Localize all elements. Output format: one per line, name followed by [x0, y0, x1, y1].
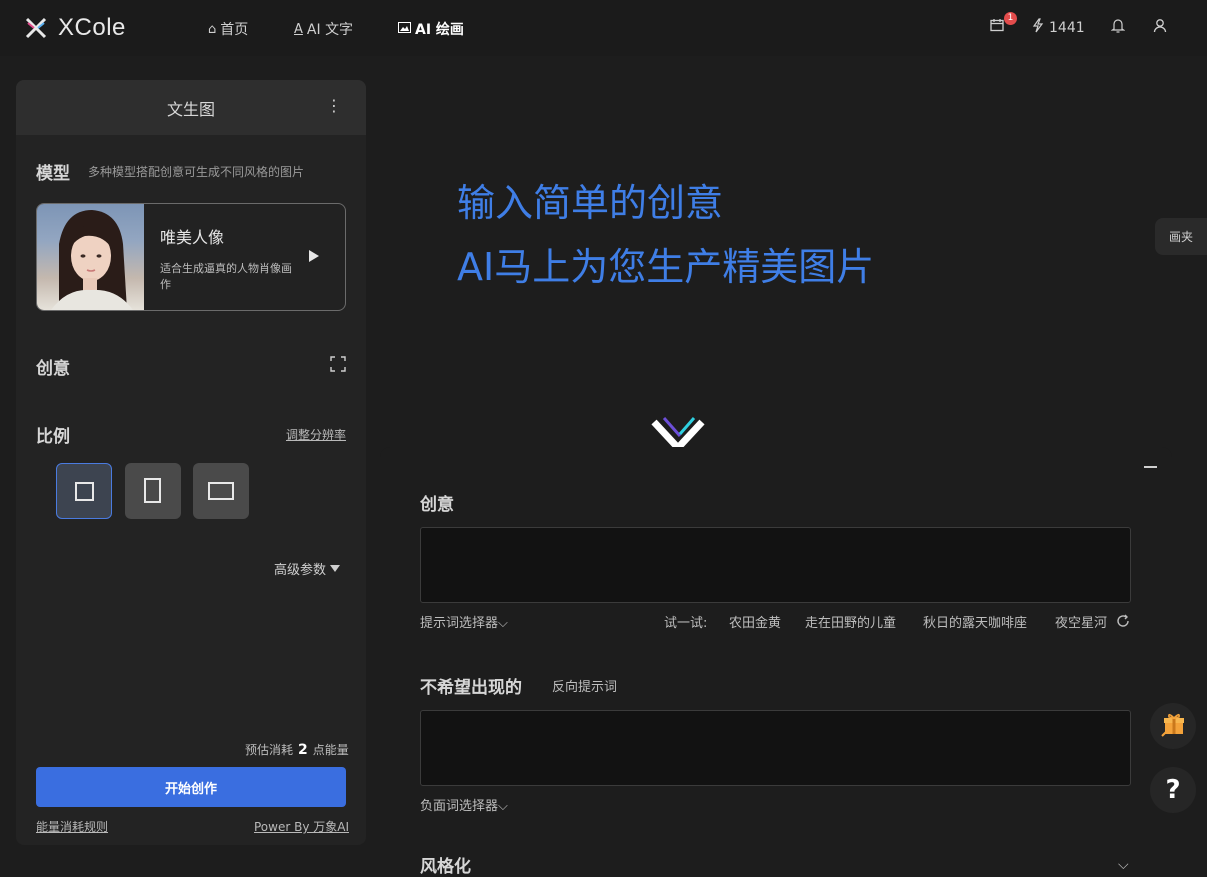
suggestion-chip[interactable]: 走在田野的儿童: [805, 612, 896, 631]
prompt-selector-label: 提示词选择器: [420, 616, 499, 631]
model-card-name: 唯美人像: [160, 228, 225, 247]
gift-button[interactable]: [1150, 703, 1196, 749]
style-section-title: 风格化: [420, 857, 471, 877]
prompt-panel: 创意 提示词选择器⌵ 试一试: 农田金黄 走在田野的儿童 秋日的露天咖啡座 夜空…: [380, 447, 1172, 877]
left-panel: 文生图 ⋮ 模型 多种模型搭配创意可生成不同风格的图片 唯美人像 适合生成逼真的…: [16, 80, 366, 845]
cost-estimate: 预估消耗 2 点能量: [245, 741, 349, 758]
calendar-button[interactable]: [990, 18, 1004, 36]
chevron-down-icon: ⌵: [498, 799, 508, 814]
nav-ai-drawing-label: AI 绘画: [415, 22, 464, 38]
square-ratio-icon: [75, 482, 94, 501]
energy-rules-link[interactable]: 能量消耗规则: [36, 818, 108, 835]
logo[interactable]: XCole: [24, 14, 126, 42]
ratio-square-option[interactable]: [56, 463, 112, 519]
expand-icon[interactable]: [330, 356, 346, 376]
model-card[interactable]: 唯美人像 适合生成逼真的人物肖像画作: [36, 203, 346, 311]
idea-section-title: 创意: [36, 359, 70, 379]
bell-icon: [1110, 18, 1126, 37]
suggestion-chip[interactable]: 秋日的露天咖啡座: [923, 612, 1027, 631]
nav-home[interactable]: ⌂ 首页: [208, 19, 248, 39]
nav-ai-drawing[interactable]: AI 绘画: [398, 19, 464, 39]
negative-selector-toggle[interactable]: 负面词选择器⌵: [420, 795, 508, 814]
ratio-portrait-option[interactable]: [125, 463, 181, 519]
try-label: 试一试:: [664, 616, 708, 631]
adjust-resolution-link[interactable]: 调整分辨率: [286, 426, 346, 443]
ratio-landscape-option[interactable]: [193, 463, 249, 519]
left-panel-title: 文生图: [166, 99, 215, 119]
user-button[interactable]: [1153, 18, 1167, 37]
lightning-icon: [1032, 18, 1044, 37]
powered-by-link[interactable]: Power By 万象AI: [254, 818, 349, 835]
hero-line-2: AI马上为您生产精美图片: [457, 245, 875, 289]
cost-prefix: 预估消耗: [245, 743, 294, 757]
chevron-down-icon[interactable]: ⌵: [1118, 857, 1129, 873]
energy-display[interactable]: 1441: [1032, 18, 1085, 37]
model-section-subtitle: 多种模型搭配创意可生成不同风格的图片: [88, 165, 305, 179]
caret-down-icon: [330, 565, 341, 572]
minimize-icon[interactable]: [1144, 466, 1157, 468]
negative-selector-label: 负面词选择器: [420, 799, 499, 814]
landscape-ratio-icon: [208, 482, 234, 500]
start-create-button[interactable]: 开始创作: [36, 767, 346, 807]
xcole-logo-icon: [24, 16, 48, 40]
nav-ai-text-label: AI 文字: [306, 22, 354, 38]
prompt-input[interactable]: [420, 527, 1131, 603]
model-portrait-image: [37, 204, 144, 310]
negative-prompt-input[interactable]: [420, 710, 1131, 786]
gift-icon: [1160, 711, 1186, 741]
model-section-title: 模型: [36, 164, 70, 184]
chevron-down-icon: ⌵: [498, 616, 508, 631]
cost-suffix: 点能量: [312, 743, 349, 757]
top-bar: XCole ⌂ 首页 A AI 文字 AI 绘画 1 1441: [0, 0, 1207, 56]
text-icon: A: [294, 21, 303, 37]
hero-line-1: 输入简单的创意: [457, 181, 724, 225]
question-icon: ?: [1165, 775, 1181, 805]
more-options-icon[interactable]: ⋮: [326, 96, 342, 115]
prompt-selector-toggle[interactable]: 提示词选择器⌵: [420, 612, 508, 631]
suggestion-chip[interactable]: 夜空星河: [1055, 612, 1107, 631]
play-icon: [309, 250, 319, 262]
brand-name: XCole: [58, 14, 126, 41]
advanced-params-toggle[interactable]: 高级参数: [274, 559, 341, 578]
portrait-ratio-icon: [144, 478, 161, 503]
cost-value: 2: [298, 742, 308, 758]
image-icon: [398, 21, 411, 37]
refresh-icon[interactable]: [1116, 613, 1130, 632]
advanced-params-label: 高级参数: [274, 563, 327, 578]
negative-prompt-subtitle: 反向提示词: [552, 680, 618, 695]
nav-ai-text[interactable]: A AI 文字: [294, 19, 353, 39]
notification-button[interactable]: [1110, 18, 1126, 37]
user-icon: [1153, 18, 1167, 37]
home-icon: ⌂: [208, 21, 217, 37]
help-button[interactable]: ?: [1150, 767, 1196, 813]
suggestion-chip[interactable]: 农田金黄: [729, 612, 781, 631]
prompt-idea-title: 创意: [420, 495, 454, 515]
energy-value: 1441: [1049, 19, 1085, 36]
notification-badge: 1: [1004, 12, 1017, 25]
negative-prompt-title: 不希望出现的: [420, 678, 522, 698]
album-drawer-tab[interactable]: 画夹: [1155, 218, 1207, 255]
calendar-icon: [990, 18, 1004, 36]
ratio-section-title: 比例: [36, 427, 70, 447]
model-card-description: 适合生成逼真的人物肖像画作: [160, 262, 292, 291]
left-panel-header: 文生图 ⋮: [16, 80, 366, 135]
nav-home-label: 首页: [220, 22, 249, 38]
